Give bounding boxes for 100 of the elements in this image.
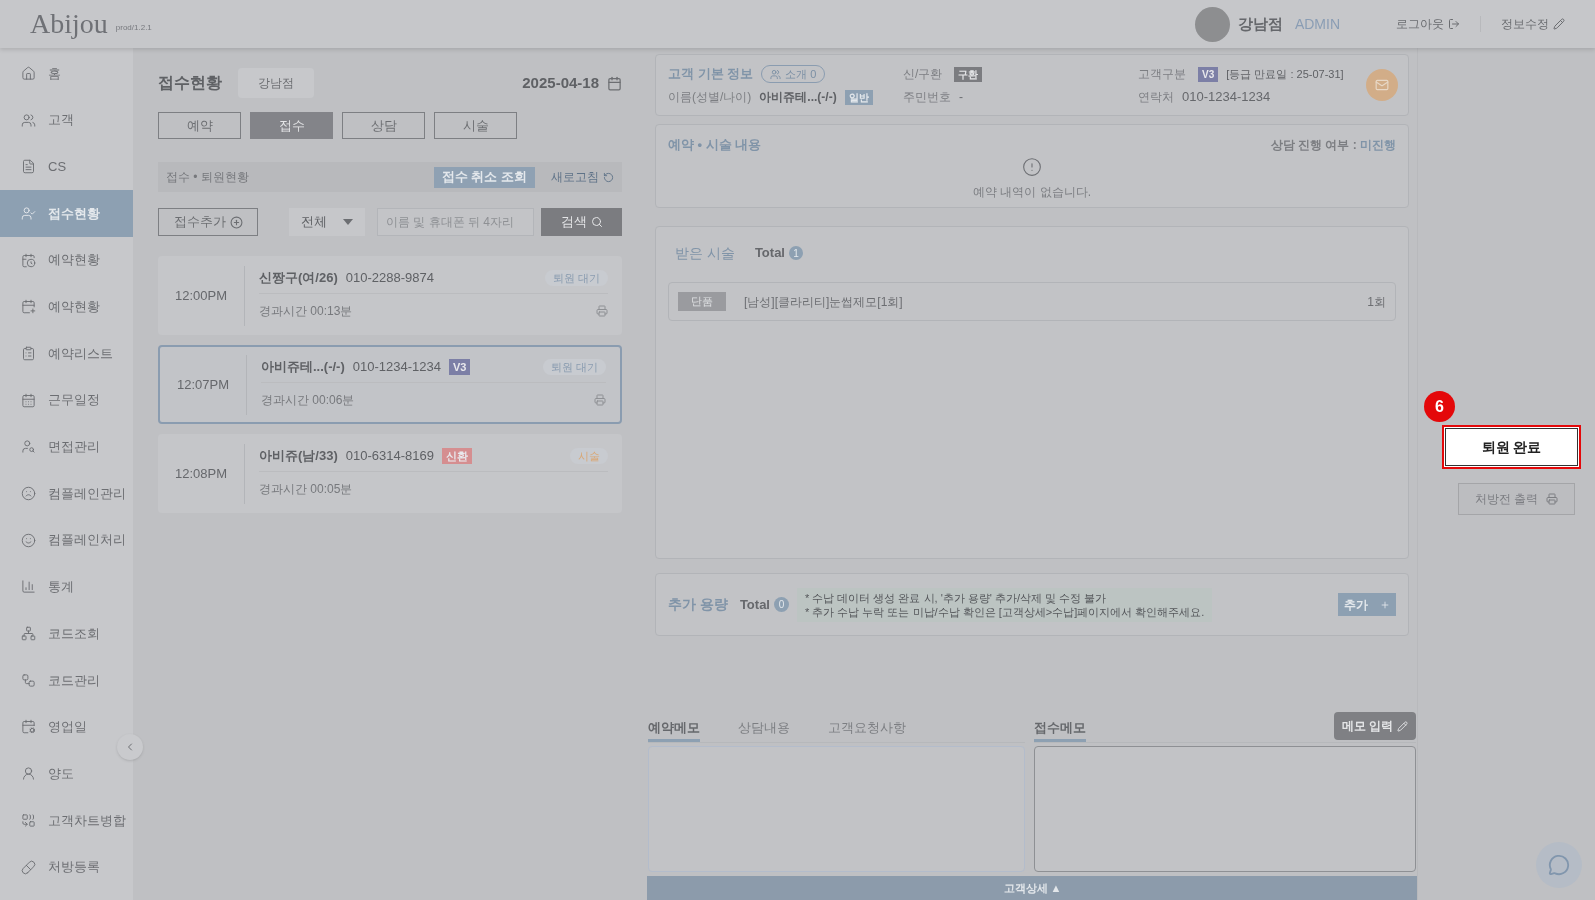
notice-text: * 수납 데이터 생성 완료 시, '추가 용량' 추가/삭제 및 수정 불가 [805,590,1108,605]
count-badge: 1 [789,246,803,260]
version-label: prod/1.2.1 [115,22,152,34]
section-title: 접수 • 퇴원현황 [166,169,249,186]
sidebar-item[interactable]: CS [0,143,133,191]
phone-number: 010-1234-1234 [1182,88,1271,107]
sidebar-item[interactable]: 컴플레인처리 [0,516,133,564]
sidebar-item[interactable]: 고객차트병합 [0,797,133,844]
memo-tab[interactable]: 예약메모 [648,717,700,742]
menu-icon [21,486,36,502]
memo-input-button[interactable]: 메모 입력 [1333,712,1416,740]
grade-badge: 신환 [441,447,472,465]
time-label: 12:08PM [173,464,228,483]
branch-chip: 강남점 [238,68,314,98]
edit-profile-button[interactable]: 정보수정 [1501,15,1565,33]
menu-icon [21,112,36,128]
menu-icon [21,812,36,828]
quantity: 1회 [1367,293,1386,311]
treatment-name: [남성][클라리티]눈썹제모[1회] [744,293,903,311]
patient-name: 아비쥬테...(-/-) [261,358,345,377]
empty-message: 예약 내역이 없습니다. [973,183,1091,201]
refresh-button[interactable]: 새로고침 [551,168,614,186]
sidebar-item[interactable]: 코드조회 [0,610,133,657]
memo-tab[interactable]: 고객요청사항 [828,717,906,742]
role-label: ADMIN [1294,14,1340,34]
phone-number: 010-1234-1234 [352,358,441,377]
sidebar-item[interactable]: 면접관리 [0,423,133,471]
visit-badge: 구환 [954,66,983,82]
sidebar-item[interactable]: 양도 [0,750,133,797]
sidebar-item[interactable]: 근무일정 [0,376,133,424]
sidebar-item[interactable]: 예약리스트 [0,330,133,377]
message-button[interactable] [1366,69,1398,101]
tab[interactable]: 시술 [434,112,517,139]
sidebar-item[interactable]: 영업일 [0,703,133,751]
total-label: Total [754,244,785,263]
menu-icon [21,439,36,455]
step-marker: 6 [1424,391,1455,422]
page-title: 접수현황 [158,73,222,93]
sidebar-item[interactable]: 접수현황 [0,190,133,237]
memo-tab[interactable]: 상담내용 [738,717,790,742]
elapsed-time: 경과시간 00:05분 [259,480,353,498]
memo-title: 접수메모 [1034,717,1086,742]
sidebar-item[interactable]: 홈 [0,50,133,97]
elapsed-time: 경과시간 00:13분 [259,302,353,320]
tab[interactable]: 상담 [342,112,425,139]
sidebar-item[interactable]: 예약현황 [0,283,133,331]
sidebar-item[interactable]: 통계 [0,563,133,611]
customer-name: 아비쥬테...(-/-) [759,89,837,106]
sidebar-item[interactable]: 고객 [0,96,133,144]
time-label: 12:00PM [173,286,228,305]
sidebar-item[interactable]: 컴플레인관리 [0,470,133,517]
card-title: 추가 용량 [668,595,728,614]
caret-icon [343,219,353,225]
branch-name: 강남점 [1237,13,1283,34]
grade-badge: V3 [1198,66,1219,82]
calendar-icon [607,75,622,91]
chat-icon[interactable] [1536,842,1582,888]
sidebar-item[interactable]: 예약현황 [0,236,133,284]
field-label: 고객구분 [1138,66,1186,83]
printer-icon [1546,493,1559,505]
search-button[interactable]: 검색 [541,208,622,236]
tab[interactable]: 예약 [158,112,241,139]
count-badge: 0 [774,597,789,612]
patient-name: 신짱구(여/26) [259,269,338,288]
type-badge: 일반 [844,89,873,105]
field-value: - [959,89,963,106]
phone-number: 010-6314-8169 [345,447,434,466]
customer-detail-bar[interactable]: 고객상세 ▲ [647,876,1418,900]
grade-expiry: [등급 만료일 : 25-07-31] [1226,66,1344,82]
collapse-button[interactable] [117,734,143,760]
logout-icon [1448,18,1460,30]
plus-icon [1380,599,1390,610]
grade-badge: V3 [448,358,471,376]
sidebar-item[interactable]: 코드관리 [0,656,133,704]
people-icon [770,68,782,80]
discharge-button[interactable]: 퇴원 완료 [1442,425,1581,469]
time-label: 12:07PM [175,375,230,394]
add-button[interactable]: 추가 [1338,593,1396,616]
menu-icon [21,719,36,735]
patient-name: 아비쥬(남/33) [259,447,338,466]
filter-dropdown[interactable]: 전체 [289,208,365,236]
sidebar-item[interactable]: 처방등록 [0,843,133,891]
reception-card[interactable]: 12:08PM 아비쥬(남/33) 010-6314-8169 신환 시술 경과시간 00:05분 [158,434,622,513]
card-title: 예약 • 시술 내용 [668,136,762,154]
item-tag: 단품 [678,292,726,311]
menu-icon [21,159,36,175]
notice-text: * 추가 수납 누락 또는 미납/수납 확인은 [고객상세>수납]페이지에서 확인해주세요. [805,604,1205,619]
menu-icon [21,205,36,221]
reception-memo-field[interactable] [1034,746,1416,872]
add-reception-button[interactable]: 접수추가 [158,208,258,236]
prescription-button[interactable]: 처방전 출력 [1458,483,1575,515]
plus-circle-icon [229,215,243,229]
field-label: 이름(성별/나이) [668,89,752,106]
menu-icon [21,579,36,595]
cancel-lookup-button[interactable]: 접수 취소 조회 [433,166,535,188]
card-title: 받은 시술 [675,243,735,263]
logout-button[interactable]: 로그아웃 [1396,15,1460,33]
tab[interactable]: 접수 [250,112,333,139]
field-label: 주민번호 [903,89,951,106]
menu-icon [21,859,36,875]
